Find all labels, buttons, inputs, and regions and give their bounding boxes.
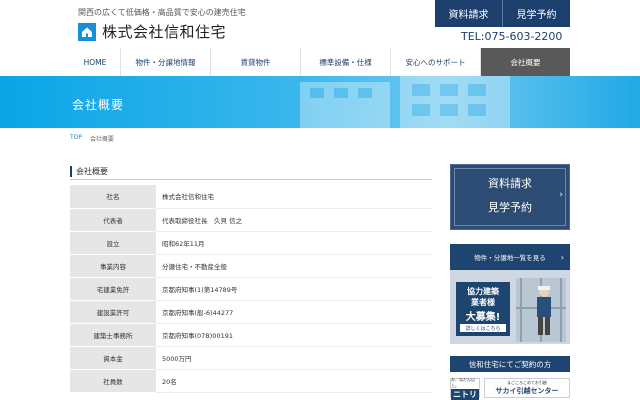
row-value: 株式会社信和住宅 — [156, 185, 432, 209]
nav-support[interactable]: 安心へのサポート — [390, 48, 480, 76]
recruit-line3: 大募集! — [465, 312, 501, 323]
contract-customers-heading: 信和住宅にてご契約の方 — [450, 356, 570, 372]
breadcrumb-home[interactable]: TOP — [70, 134, 82, 143]
row-value: 5000万円 — [156, 346, 432, 370]
sidebar-visit-label: 見学予約 — [488, 201, 532, 214]
row-label: 設立 — [70, 231, 156, 255]
nav-company[interactable]: 会社概要 — [480, 48, 570, 76]
nav-home[interactable]: HOME — [70, 48, 120, 76]
row-label: 建築士事務所 — [70, 323, 156, 347]
row-value: 代表取締役社長 久貝 信之 — [156, 208, 432, 232]
house-logo-icon — [78, 22, 96, 41]
table-row: 建築士事務所 京都府知事(07B)00191 — [70, 323, 432, 347]
row-label: 社員数 — [70, 369, 156, 393]
row-value: 京都府知事(1)第14789号 — [156, 277, 432, 301]
section-heading: 会社概要 — [70, 164, 432, 180]
header-cta-group: 資料請求 見学予約 — [435, 0, 570, 27]
table-row: 建設業許可 京都府知事(般-6)44277 — [70, 300, 432, 324]
site-logo[interactable]: 株式会社信和住宅 — [78, 21, 226, 42]
nitori-logo[interactable]: お、ねだん以上。 ニトリ — [450, 376, 480, 400]
recruit-line1: 協力建築 — [467, 287, 499, 296]
main-nav: HOME 物件・分譲地情報 賃貸物件 標準設備・仕様 安心へのサポート 会社概要 — [70, 48, 570, 76]
heading-accent-bar — [70, 166, 72, 177]
chevron-right-icon: › — [560, 252, 564, 262]
nav-rentals[interactable]: 賃貸物件 — [210, 48, 300, 76]
row-value: 京都府知事(般-6)44277 — [156, 300, 432, 324]
row-label: 事業内容 — [70, 254, 156, 278]
recruit-banner[interactable]: 協力建築 業者様 大募集! 詳しくはこちら — [450, 270, 570, 344]
table-row: 事業内容 分譲住宅・不動産全般 — [70, 254, 432, 278]
recruit-text-box: 協力建築 業者様 大募集! 詳しくはこちら — [456, 282, 510, 336]
breadcrumb: TOP 会社概要 — [70, 134, 114, 143]
nitori-wordmark: ニトリ — [451, 388, 479, 400]
row-label: 建設業許可 — [70, 300, 156, 324]
row-value: 分譲住宅・不動産全般 — [156, 254, 432, 278]
row-label: 宅建業免許 — [70, 277, 156, 301]
hero-banner: 会社概要 — [0, 76, 640, 128]
row-label: 社名 — [70, 185, 156, 209]
request-materials-button[interactable]: 資料請求 — [435, 0, 502, 27]
recruit-details-button[interactable]: 詳しくはこちら — [460, 324, 506, 332]
recruit-line2: 業者様 — [471, 298, 495, 307]
row-value: 20名 — [156, 369, 432, 393]
sakai-wordmark: サカイ引越センター — [495, 387, 559, 395]
row-value: 昭和62年11月 — [156, 231, 432, 255]
phone-number[interactable]: TEL:075-603-2200 — [461, 30, 562, 43]
sidebar-request-banner[interactable]: 資料請求 見学予約 › — [450, 164, 570, 230]
nav-properties[interactable]: 物件・分譲地情報 — [120, 48, 210, 76]
construction-worker-illustration — [516, 278, 566, 342]
building-illustration — [300, 76, 510, 128]
row-label: 資本金 — [70, 346, 156, 370]
chevron-right-icon: › — [559, 190, 563, 200]
table-row: 宅建業免許 京都府知事(1)第14789号 — [70, 277, 432, 301]
row-value: 京都府知事(07B)00191 — [156, 323, 432, 347]
partner-logos: お、ねだん以上。 ニトリ まごころこめてお引越 サカイ引越センター — [450, 376, 570, 400]
company-info-table: 社名 株式会社信和住宅 代表者 代表取締役社長 久貝 信之 設立 昭和62年11月 事… — [70, 185, 432, 393]
sakai-logo[interactable]: まごころこめてお引越 サカイ引越センター — [484, 378, 570, 398]
table-row: 社名 株式会社信和住宅 — [70, 185, 432, 209]
row-label: 代表者 — [70, 208, 156, 232]
site-tagline: 関西の広くて低価格・高品質で安心の建売住宅 — [78, 8, 246, 17]
table-row: 社員数 20名 — [70, 369, 432, 393]
logo-text: 株式会社信和住宅 — [102, 23, 227, 41]
nav-equipment[interactable]: 標準設備・仕様 — [300, 48, 390, 76]
section-title: 会社概要 — [76, 167, 108, 176]
sidebar-request-label: 資料請求 — [488, 177, 532, 190]
visit-reservation-button[interactable]: 見学予約 — [502, 0, 570, 27]
nitori-slogan: お、ねだん以上。 — [451, 376, 475, 388]
table-row: 資本金 5000万円 — [70, 346, 432, 370]
property-list-label: 物件・分譲地一覧を見る — [474, 254, 546, 262]
property-list-button[interactable]: 物件・分譲地一覧を見る › — [450, 244, 570, 270]
table-row: 代表者 代表取締役社長 久貝 信之 — [70, 208, 432, 232]
breadcrumb-current: 会社概要 — [90, 136, 115, 143]
table-row: 設立 昭和62年11月 — [70, 231, 432, 255]
page-title: 会社概要 — [72, 98, 125, 112]
